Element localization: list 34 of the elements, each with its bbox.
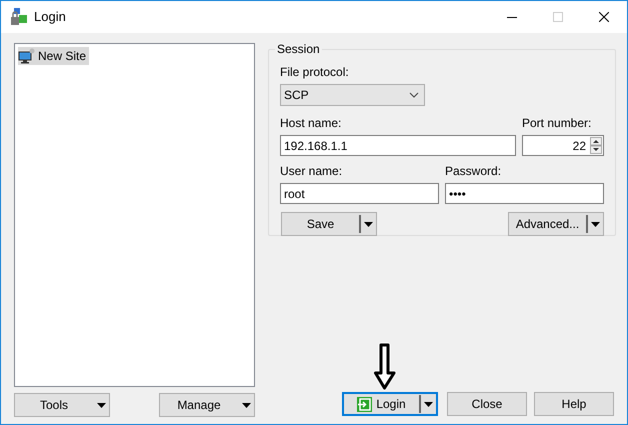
caret-icon [242,402,251,408]
field-label: File protocol: [280,64,350,81]
maximize-icon [553,12,563,22]
field-label: Password: [445,163,502,180]
password-input[interactable]: •••• [445,183,604,204]
dialog-button[interactable]: Close [447,392,527,416]
field-label: Port number: [522,115,592,132]
app-icon [10,8,28,26]
monitor-icon [18,48,35,64]
field-label: User name: [280,163,344,180]
username-input[interactable]: root [280,183,439,204]
dialog-button[interactable]: Help [534,392,614,416]
manage-button[interactable]: Manage [159,393,255,417]
tree-item[interactable]: New Site [18,47,90,65]
group-title: Session [276,41,321,58]
caret-icon [97,402,106,408]
field-label: Host name: [280,115,342,132]
login-icon [357,396,372,412]
host-input[interactable]: 192.168.1.1 [280,135,516,156]
close-icon [599,12,609,22]
port-spinner[interactable]: 22 [522,135,604,156]
tools-button[interactable]: Tools [14,393,110,417]
spin-arrows-icon[interactable] [590,137,602,154]
advanced-button[interactable]: Advanced... [508,212,604,236]
login-button[interactable]: Login [342,392,438,416]
site-tree[interactable]: New Site [14,43,255,387]
window-title: Login [34,8,66,26]
save-button[interactable]: Save [281,212,377,236]
arrow-drawing [374,343,396,390]
protocol-dropdown[interactable]: SCP [280,84,425,106]
chevron-icon [409,92,419,98]
caret-icon [364,222,373,226]
caret-icon [591,222,600,226]
caret-icon [424,402,433,406]
